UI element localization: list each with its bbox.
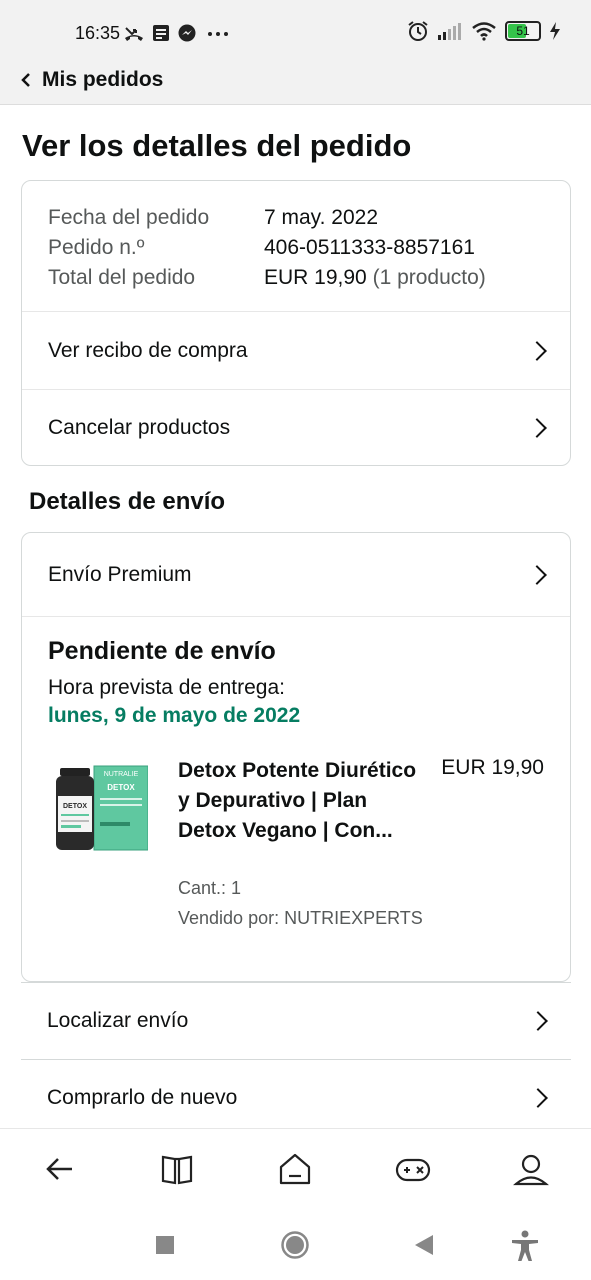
signal-icon (438, 23, 461, 40)
cancel-products-label[interactable]: Cancelar productos (48, 416, 230, 440)
missed-call-icon (125, 27, 143, 41)
back-bar[interactable]: Mis pedidos (0, 55, 591, 105)
shipping-card: Envío Premium Pendiente de envío Hora pr… (21, 532, 571, 982)
chevron-right-icon (527, 418, 547, 438)
order-summary-card: Fecha del pedido 7 may. 2022 Pedido n.º … (21, 180, 571, 466)
product-title[interactable]: Detox Potente Diurético y Depurativo | P… (178, 756, 423, 846)
order-total-row: Total del pedido EUR 19,90 (1 producto) (48, 263, 544, 293)
system-nav (0, 1210, 591, 1280)
message-icon (153, 25, 169, 41)
status-bar: 16:35 51 (0, 0, 591, 55)
shipping-method-row[interactable]: Envío Premium (22, 533, 570, 617)
shipping-section-title: Detalles de envío (29, 488, 226, 515)
more-dots-icon (208, 32, 228, 36)
back-arrow-icon[interactable] (42, 1151, 78, 1187)
cancel-products-row[interactable]: Cancelar productos (22, 389, 570, 466)
product-item[interactable]: NUTRALIE DETOX DETOX Detox Potente Diuré… (48, 756, 544, 956)
chevron-right-icon (528, 1011, 548, 1031)
product-image-label-bottle: DETOX (63, 803, 87, 810)
accessibility-icon[interactable] (510, 1230, 540, 1262)
delivery-eta-date: lunes, 9 de mayo de 2022 (48, 704, 301, 727)
chevron-right-icon (527, 564, 547, 585)
messenger-icon (178, 24, 196, 42)
view-receipt-row[interactable]: Ver recibo de compra (22, 312, 570, 389)
product-image-brand: NUTRALIE (104, 771, 139, 778)
profile-icon[interactable] (513, 1151, 549, 1187)
chevron-right-icon (527, 340, 547, 361)
product-image[interactable]: NUTRALIE DETOX DETOX (52, 762, 148, 852)
battery-percent: 51 (516, 24, 530, 38)
order-number-value: 406-0511333-8857161 (264, 236, 475, 259)
status-icons-left (124, 24, 232, 42)
product-quantity: Cant.: 1 (178, 878, 242, 898)
product-image-label-box: DETOX (107, 783, 135, 792)
back-to-orders-link[interactable]: Mis pedidos (42, 68, 163, 92)
product-price: EUR 19,90 (441, 756, 544, 779)
charging-icon (550, 22, 560, 40)
order-total-value: EUR 19,90 (1 producto) (264, 263, 486, 293)
chevron-left-icon[interactable] (20, 72, 32, 88)
home-icon[interactable] (277, 1151, 313, 1187)
back-triangle-icon[interactable] (414, 1234, 434, 1256)
shipping-method-label[interactable]: Envío Premium (48, 563, 192, 587)
buy-again-row[interactable]: Comprarlo de nuevo (21, 1059, 571, 1136)
shipment-status: Pendiente de envío (48, 637, 276, 665)
order-date-row: Fecha del pedido 7 may. 2022 (48, 203, 544, 233)
battery-icon: 51 (505, 21, 541, 41)
book-icon[interactable] (159, 1151, 195, 1187)
order-total-count: (1 producto) (372, 266, 486, 289)
alarm-icon (408, 21, 428, 41)
page-title: Ver los detalles del pedido (22, 128, 412, 163)
view-receipt-label[interactable]: Ver recibo de compra (48, 339, 248, 363)
product-seller: Vendido por: NUTRIEXPERTS (178, 908, 423, 928)
track-shipment-label[interactable]: Localizar envío (47, 1009, 188, 1033)
order-number-label: Pedido n.º (48, 236, 145, 259)
gamepad-icon[interactable] (395, 1151, 431, 1187)
order-total-amount: EUR 19,90 (264, 266, 367, 289)
order-number-row: Pedido n.º 406-0511333-8857161 (48, 233, 544, 263)
shipment-block: Pendiente de envío Hora prevista de entr… (22, 617, 570, 956)
status-time: 16:35 (75, 23, 121, 43)
chevron-right-icon (528, 1088, 548, 1108)
home-circle-icon[interactable] (281, 1231, 309, 1259)
order-date-label: Fecha del pedido (48, 206, 210, 229)
order-date-value: 7 may. 2022 (264, 206, 379, 229)
buy-again-label[interactable]: Comprarlo de nuevo (47, 1086, 237, 1110)
bottom-nav (0, 1128, 591, 1211)
order-summary: Fecha del pedido 7 may. 2022 Pedido n.º … (22, 181, 570, 312)
delivery-eta-label: Hora prevista de entrega: (48, 676, 285, 699)
status-icons-right: 51 (407, 20, 561, 42)
recent-apps-icon[interactable] (155, 1235, 175, 1255)
wifi-icon (472, 22, 496, 41)
order-total-label: Total del pedido (48, 266, 196, 289)
track-shipment-row[interactable]: Localizar envío (21, 982, 571, 1059)
